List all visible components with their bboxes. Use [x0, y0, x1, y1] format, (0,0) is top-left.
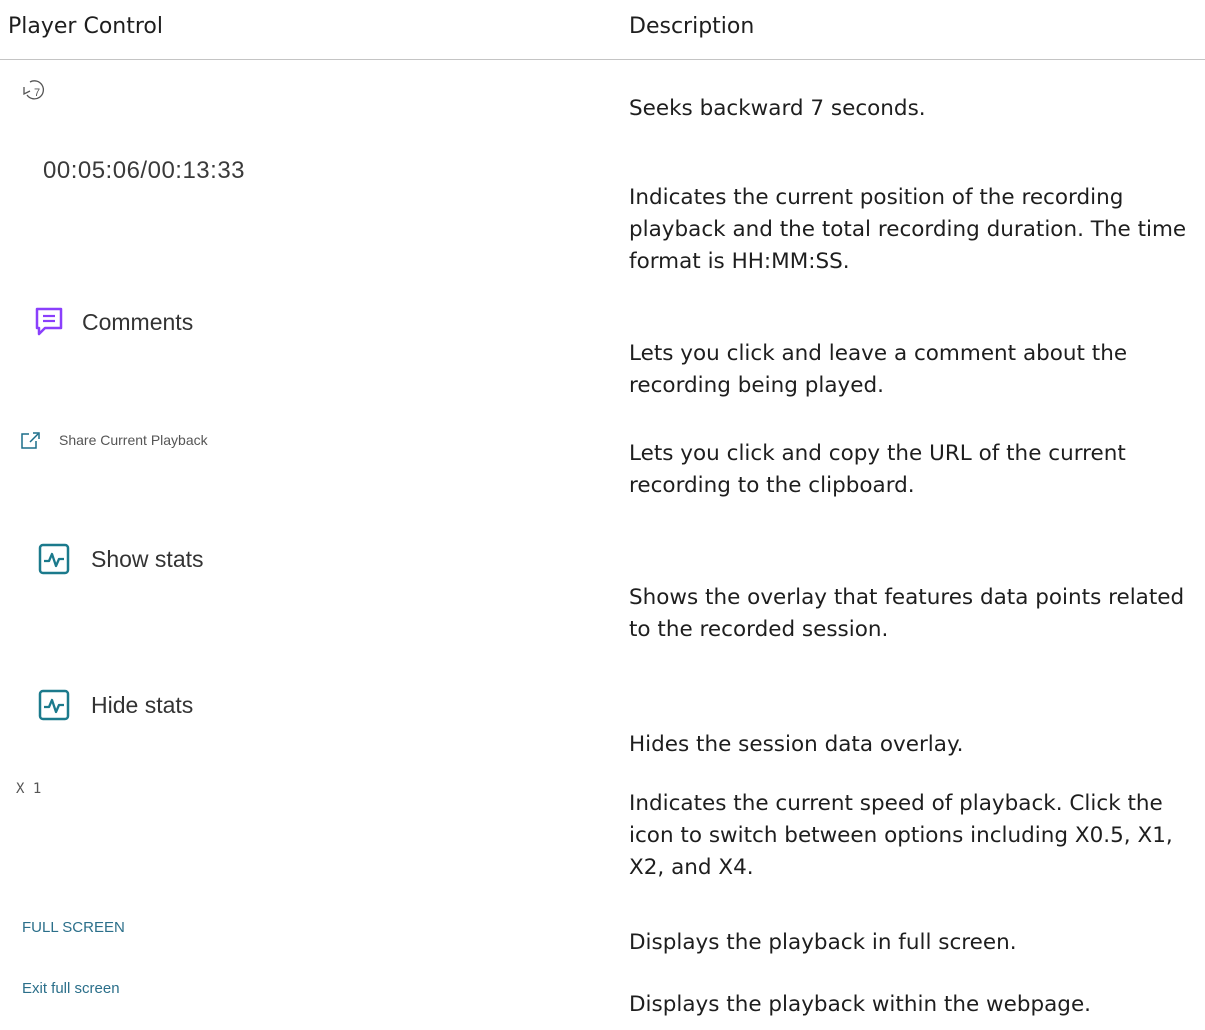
share-icon: [21, 432, 40, 449]
share-label: Share Current Playback: [59, 432, 208, 448]
playback-speed-button[interactable]: X 1: [16, 781, 41, 797]
svg-text:7: 7: [34, 87, 40, 99]
share-playback-button[interactable]: Share Current Playback: [18, 430, 208, 450]
exit-full-screen-button[interactable]: Exit full screen: [22, 980, 120, 997]
row-description: Displays the playback within the webpage…: [629, 992, 1092, 1017]
playback-time-display: 00:05:06/00:13:33: [43, 157, 246, 184]
row-description: Shows the overlay that features data poi…: [629, 585, 1185, 642]
comments-label: Comments: [82, 308, 194, 335]
row-description: Displays the playback in full screen.: [629, 930, 1017, 955]
seek-back-button[interactable]: 7: [18, 78, 56, 104]
show-stats-button[interactable]: Show stats: [37, 542, 204, 576]
full-screen-button[interactable]: FULL SCREEN: [22, 919, 125, 936]
row-description: Indicates the current speed of playback.…: [629, 791, 1173, 880]
row-description: Lets you click and copy the URL of the c…: [629, 441, 1126, 498]
row-description: Lets you click and leave a comment about…: [629, 341, 1128, 398]
row-description: Indicates the current position of the re…: [629, 185, 1187, 274]
hide-stats-label: Hide stats: [91, 691, 194, 718]
control-column-header: Player Control: [8, 14, 163, 39]
comments-button[interactable]: Comments: [34, 306, 193, 338]
show-stats-label: Show stats: [91, 545, 204, 572]
row-description: Seeks backward 7 seconds.: [629, 96, 926, 121]
description-column-header: Description: [629, 14, 755, 39]
stats-icon: [38, 689, 70, 721]
header-divider: [0, 59, 1205, 60]
hide-stats-button[interactable]: Hide stats: [37, 688, 193, 722]
rewind-7-icon: 7: [23, 80, 44, 100]
row-description: Hides the session data overlay.: [629, 732, 964, 757]
stats-icon: [38, 543, 70, 575]
comment-icon: [35, 307, 63, 336]
